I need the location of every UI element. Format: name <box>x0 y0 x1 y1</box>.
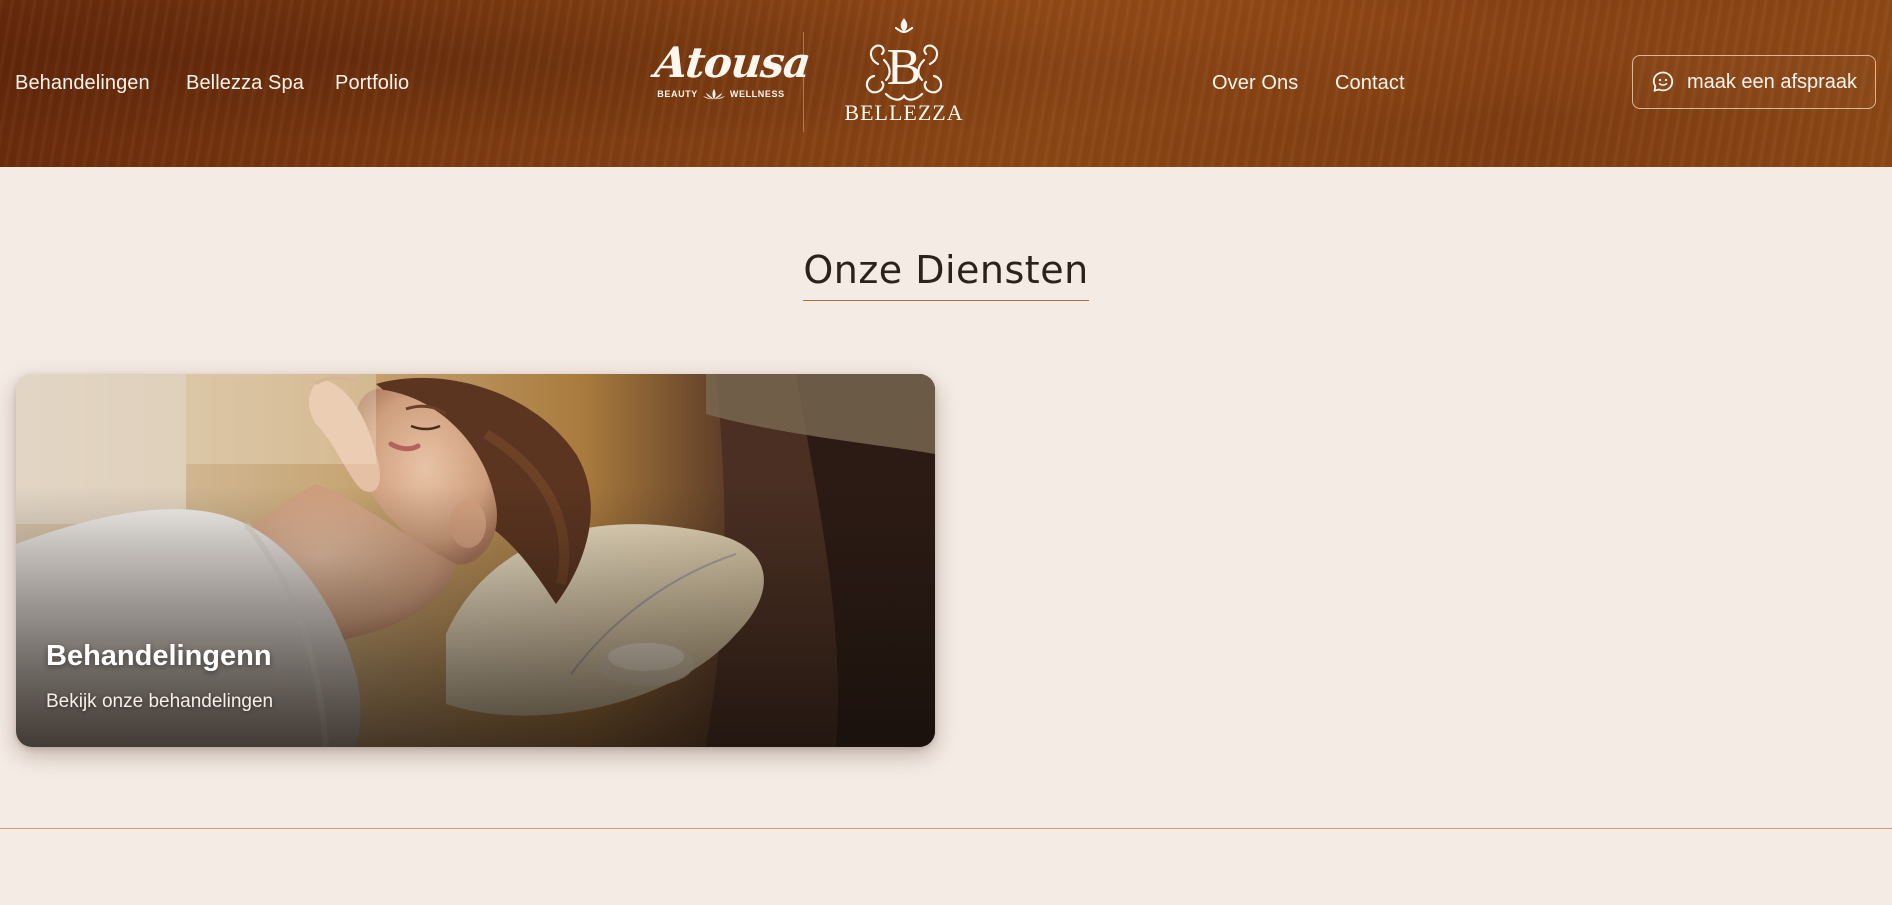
service-card-title: Behandelingenn <box>46 640 272 672</box>
atousa-logo-wordmark: Atousa <box>652 38 813 87</box>
bellezza-logo-wordmark: BELLEZZA <box>844 100 964 125</box>
nav-behandelingen[interactable]: Behandelingen <box>15 70 150 96</box>
atousa-logo[interactable]: Atousa BEAUTY WELLNESS <box>652 38 813 116</box>
make-appointment-label: maak een afspraak <box>1686 70 1858 93</box>
logo-divider <box>803 32 804 132</box>
bellezza-monogram: B <box>887 39 922 96</box>
atousa-tagline-wellness: WELLNESS <box>729 89 785 99</box>
section-divider <box>0 828 1892 829</box>
atousa-tagline-beauty: BEAUTY <box>657 89 698 99</box>
services-heading-wrap: Onze Diensten <box>0 248 1892 301</box>
lotus-icon <box>702 89 725 100</box>
services-heading: Onze Diensten <box>803 248 1089 301</box>
service-card-subtitle: Bekijk onze behandelingen <box>46 691 274 712</box>
nav-portfolio[interactable]: Portfolio <box>335 70 409 96</box>
bellezza-logo[interactable]: B BELLEZZA <box>842 16 966 126</box>
service-card-behandelingen[interactable]: Behandelingenn Bekijk onze behandelingen <box>16 374 935 747</box>
chat-icon <box>1652 71 1674 92</box>
nav-contact[interactable]: Contact <box>1335 70 1405 96</box>
nav-over-ons[interactable]: Over Ons <box>1212 70 1298 96</box>
atousa-logo-tagline: BEAUTY WELLNESS <box>655 88 787 100</box>
site-header: Behandelingen Bellezza Spa Portfolio Ato… <box>0 0 1892 167</box>
make-appointment-button[interactable]: maak een afspraak <box>1632 55 1876 109</box>
nav-bellezza-spa[interactable]: Bellezza Spa <box>186 70 304 96</box>
bellezza-crest-icon: B <box>865 18 943 101</box>
